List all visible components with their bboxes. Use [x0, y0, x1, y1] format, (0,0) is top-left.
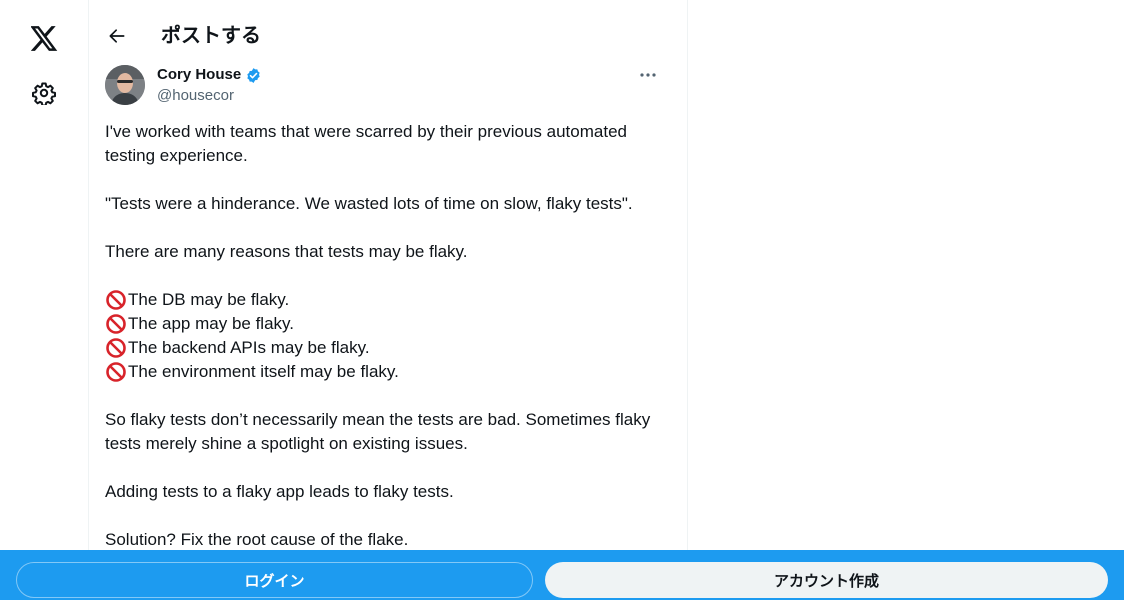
bullet-item: The DB may be flaky.: [105, 288, 671, 312]
arrow-left-icon: [109, 29, 125, 43]
bullet-item: The app may be flaky.: [105, 312, 671, 336]
bullet-list: The DB may be flaky. The app may be flak…: [105, 288, 671, 384]
bullet-text: The DB may be flaky.: [128, 290, 290, 309]
prohibited-icon: [106, 338, 126, 358]
post-paragraph: "Tests were a hinderance. We wasted lots…: [105, 194, 633, 213]
author-handle[interactable]: @housecor: [157, 86, 234, 106]
page-header: ポストする: [89, 12, 687, 60]
prohibited-icon: [106, 314, 126, 334]
bullet-item: The backend APIs may be flaky.: [105, 336, 671, 360]
create-account-button[interactable]: アカウント作成: [545, 562, 1108, 598]
back-button[interactable]: [99, 18, 135, 54]
bullet-text: The environment itself may be flaky.: [128, 362, 399, 381]
avatar[interactable]: [105, 65, 145, 105]
login-button[interactable]: ログイン: [16, 562, 533, 598]
author-name-row: Cory House: [157, 65, 262, 85]
post-paragraph: Solution? Fix the root cause of the flak…: [105, 530, 409, 549]
signup-bottom-bar: ログイン アカウント作成: [0, 550, 1124, 600]
bullet-text: The app may be flaky.: [128, 314, 294, 333]
more-dots-icon: [640, 73, 656, 77]
more-button[interactable]: [633, 65, 663, 85]
gear-icon[interactable]: [22, 71, 66, 115]
post-paragraph: Adding tests to a flaky app leads to fla…: [105, 482, 454, 501]
bullet-text: The backend APIs may be flaky.: [128, 338, 370, 357]
post-paragraph: I've worked with teams that were scarred…: [105, 122, 627, 165]
main-column: ポストする Cory House @housecor I've worked w…: [88, 0, 688, 600]
post-paragraph: So flaky tests don’t necessarily mean th…: [105, 410, 651, 453]
post-paragraph: There are many reasons that tests may be…: [105, 242, 468, 261]
post-text: I've worked with teams that were scarred…: [105, 120, 671, 576]
post-author: Cory House @housecor: [105, 65, 671, 109]
verified-badge-icon: [247, 67, 260, 83]
page-title: ポストする: [161, 25, 261, 47]
left-nav: [0, 0, 88, 600]
bullet-item: The environment itself may be flaky.: [105, 360, 671, 384]
prohibited-icon: [106, 290, 126, 310]
x-logo-icon[interactable]: [22, 16, 66, 60]
author-name[interactable]: Cory House: [157, 65, 241, 85]
prohibited-icon: [106, 362, 126, 382]
